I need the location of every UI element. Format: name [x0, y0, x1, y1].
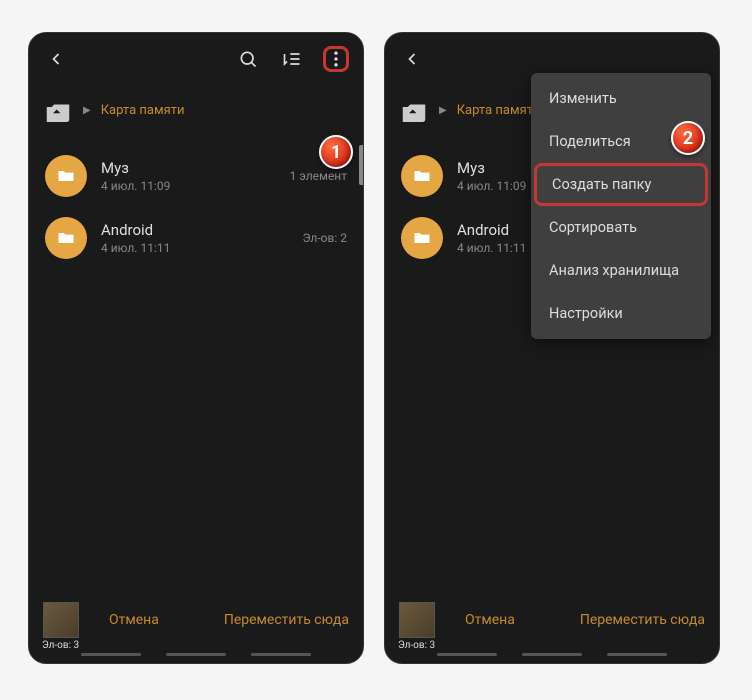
scrollbar-thumb[interactable]: [359, 145, 363, 185]
search-icon[interactable]: [235, 46, 261, 72]
menu-storage-analysis[interactable]: Анализ хранилища: [531, 249, 711, 292]
breadcrumb-location[interactable]: Карта памяти: [101, 103, 185, 118]
folder-icon: [401, 217, 443, 259]
back-button[interactable]: [43, 46, 69, 72]
cancel-button[interactable]: Отмена: [109, 612, 159, 628]
folder-icon: [45, 217, 87, 259]
selection-thumbnail[interactable]: Эл-ов: 3: [399, 602, 435, 638]
selection-count: Эл-ов: 3: [398, 640, 435, 651]
list-item[interactable]: Муз 4 июл. 11:09 1 элемент: [29, 145, 363, 207]
bottom-action-bar: Эл-ов: 3 Отмена Переместить сюда: [385, 591, 719, 649]
android-nav-bar: [29, 649, 363, 663]
back-button[interactable]: [399, 46, 425, 72]
sort-list-icon[interactable]: [279, 46, 305, 72]
breadcrumb-separator: ▶: [439, 105, 447, 116]
breadcrumb: ▶ Карта памяти: [29, 85, 363, 141]
file-list: Муз 4 июл. 11:09 1 элемент Android 4 июл…: [29, 141, 363, 591]
breadcrumb-separator: ▶: [83, 105, 91, 116]
nav-back[interactable]: [251, 653, 311, 656]
move-here-button[interactable]: Переместить сюда: [224, 612, 349, 628]
selection-thumbnail[interactable]: Эл-ов: 3: [43, 602, 79, 638]
android-nav-bar: [385, 649, 719, 663]
phone-screen-right: ▶ Карта памяти Муз 4 июл. 11:09 Android …: [384, 32, 720, 664]
nav-back[interactable]: [607, 653, 667, 656]
phone-screen-left: ▶ Карта памяти Муз 4 июл. 11:09 1 элемен…: [28, 32, 364, 664]
callout-badge-1: 1: [319, 135, 353, 169]
top-bar: [29, 33, 363, 85]
nav-recents[interactable]: [437, 653, 497, 656]
menu-create-folder[interactable]: Создать папку: [534, 163, 708, 206]
breadcrumb-location[interactable]: Карта памяти: [457, 103, 541, 118]
home-icon[interactable]: [399, 97, 429, 123]
file-date: 4 июл. 11:11: [101, 241, 288, 255]
overflow-menu: Изменить Поделиться Создать папку Сортир…: [531, 73, 711, 339]
folder-icon: [401, 155, 443, 197]
home-icon[interactable]: [43, 97, 73, 123]
file-date: 4 июл. 11:09: [101, 179, 276, 193]
selection-count: Эл-ов: 3: [42, 640, 79, 651]
bottom-action-bar: Эл-ов: 3 Отмена Переместить сюда: [29, 591, 363, 649]
more-menu-button[interactable]: [323, 46, 349, 72]
file-name: Муз: [101, 159, 276, 177]
move-here-button[interactable]: Переместить сюда: [580, 612, 705, 628]
file-meta: 1 элемент: [290, 169, 347, 183]
folder-icon: [45, 155, 87, 197]
nav-home[interactable]: [522, 653, 582, 656]
cancel-button[interactable]: Отмена: [465, 612, 515, 628]
callout-badge-2: 2: [671, 121, 705, 155]
list-item[interactable]: Android 4 июл. 11:11 Эл-ов: 2: [29, 207, 363, 269]
file-meta: Эл-ов: 2: [302, 231, 347, 245]
file-name: Android: [101, 221, 288, 239]
nav-home[interactable]: [166, 653, 226, 656]
menu-edit[interactable]: Изменить: [531, 77, 711, 120]
menu-settings[interactable]: Настройки: [531, 292, 711, 335]
nav-recents[interactable]: [81, 653, 141, 656]
menu-sort[interactable]: Сортировать: [531, 206, 711, 249]
